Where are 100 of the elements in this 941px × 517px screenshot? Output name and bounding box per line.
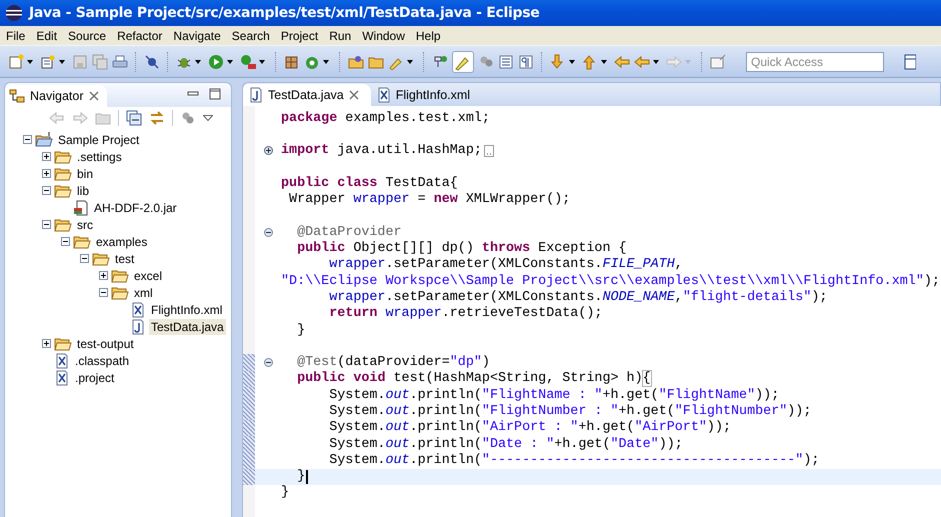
tree-item[interactable]: xml bbox=[132, 284, 155, 300]
collapse-fold-icon[interactable] bbox=[264, 228, 272, 237]
code-line: wrapper.setParameter(XMLConstants.FILE_PATH, bbox=[328, 257, 683, 272]
expand-toggle-icon[interactable] bbox=[99, 271, 108, 280]
dropdown-caret-icon[interactable] bbox=[601, 60, 607, 64]
code-line: System.out.println("Date : "+h.get("Date")); bbox=[328, 436, 683, 452]
new-file-icon[interactable] bbox=[8, 54, 24, 70]
close-icon[interactable] bbox=[348, 90, 359, 100]
code-line: @Test(dataProvider="dp") bbox=[296, 355, 490, 370]
dropdown-caret-icon[interactable] bbox=[407, 60, 413, 64]
highlighter-icon[interactable] bbox=[452, 50, 474, 72]
expand-toggle-icon[interactable] bbox=[42, 152, 51, 161]
collapse-fold-icon[interactable] bbox=[264, 358, 272, 368]
collapse-toggle-icon[interactable] bbox=[99, 288, 108, 297]
print-icon[interactable] bbox=[112, 54, 128, 70]
view-menu-icon[interactable] bbox=[203, 115, 213, 121]
code-line: public class TestData{ bbox=[281, 176, 458, 191]
menu-item[interactable]: File bbox=[0, 28, 30, 42]
code-line: System.out.println("FlightName : "+h.get("FlightName")); bbox=[328, 388, 780, 403]
folder-icon bbox=[54, 336, 72, 352]
window-pin-icon[interactable] bbox=[710, 54, 726, 70]
menu-item[interactable]: Help bbox=[410, 28, 446, 42]
navigator-tab[interactable]: Navigator bbox=[5, 85, 106, 107]
folder-icon bbox=[111, 268, 129, 284]
run-icon[interactable] bbox=[208, 54, 224, 70]
new-package-icon[interactable] bbox=[284, 54, 300, 70]
folder-icon bbox=[111, 284, 129, 300]
tree-item[interactable]: examples bbox=[94, 234, 150, 250]
code-line: "D:\\Eclipse Workspce\\Sample Project\\src\\examples\\test\\xml\\FlightInfo.xml"); bbox=[281, 274, 940, 289]
tree-item[interactable]: src bbox=[75, 216, 95, 232]
tree-item[interactable]: .settings bbox=[75, 148, 124, 164]
navigator-icon bbox=[9, 89, 25, 103]
code-line: wrapper.setParameter(XMLConstants.NODE_NAME,"flight-details"); bbox=[328, 290, 828, 305]
collapse-toggle-icon[interactable] bbox=[61, 237, 70, 246]
editor-tab[interactable]: TestData.java bbox=[243, 84, 371, 106]
external-tools-icon[interactable] bbox=[240, 54, 256, 70]
editor-tab[interactable]: FlightInfo.xml bbox=[370, 84, 478, 106]
menu-item[interactable]: Edit bbox=[30, 28, 62, 42]
folder-icon bbox=[73, 234, 91, 250]
perspective-icon[interactable] bbox=[904, 54, 916, 70]
tree-item[interactable]: .classpath bbox=[73, 352, 132, 368]
xml-file-icon bbox=[54, 370, 70, 386]
collapse-toggle-icon[interactable] bbox=[23, 135, 32, 144]
collapse-all-icon[interactable] bbox=[126, 110, 142, 126]
xml-file-icon bbox=[376, 87, 391, 103]
dropdown-caret-icon[interactable] bbox=[569, 60, 575, 64]
collapse-toggle-icon[interactable] bbox=[80, 254, 89, 263]
list-icon[interactable] bbox=[498, 54, 514, 70]
skip-breakpoints-icon[interactable] bbox=[144, 54, 160, 70]
window-title: Java - Sample Project/src/examples/test/xml/TestData.java - Eclipse bbox=[29, 5, 540, 21]
collapse-toggle-icon[interactable] bbox=[42, 186, 51, 195]
quick-access-field[interactable]: Quick Access bbox=[746, 52, 884, 72]
tree-item[interactable]: TestData.java bbox=[149, 318, 226, 334]
menu-item[interactable]: Run bbox=[323, 28, 356, 42]
filter-icon[interactable] bbox=[180, 110, 196, 126]
dropdown-caret-icon[interactable] bbox=[195, 60, 201, 64]
tree-item[interactable]: AH-DDF-2.0.jar bbox=[92, 200, 179, 216]
expand-fold-icon[interactable] bbox=[264, 146, 272, 156]
pilcrow-icon[interactable] bbox=[518, 54, 534, 70]
tree-item[interactable]: lib bbox=[75, 182, 92, 198]
hierarchy-icon[interactable] bbox=[432, 54, 448, 70]
dropdown-caret-icon[interactable] bbox=[653, 60, 659, 64]
code-line: import java.util.HashMap; bbox=[281, 143, 482, 158]
last-edit-icon[interactable] bbox=[614, 54, 630, 70]
maximize-icon[interactable] bbox=[209, 88, 221, 100]
folder-icon bbox=[54, 216, 72, 232]
close-icon[interactable] bbox=[88, 91, 98, 101]
dropdown-caret-icon[interactable] bbox=[27, 60, 33, 64]
code-line: } bbox=[296, 469, 306, 484]
dropdown-caret-icon[interactable] bbox=[59, 60, 65, 64]
tree-item[interactable]: Sample Project bbox=[56, 132, 142, 148]
tree-item[interactable]: bin bbox=[75, 166, 96, 182]
dropdown-caret-icon[interactable] bbox=[323, 60, 329, 64]
expand-toggle-icon[interactable] bbox=[42, 169, 51, 178]
dropdown-caret-icon[interactable] bbox=[259, 60, 265, 64]
tree-item[interactable]: FlightInfo.xml bbox=[149, 302, 224, 318]
expand-toggle-icon[interactable] bbox=[42, 339, 51, 348]
code-line: @DataProvider bbox=[296, 224, 402, 240]
menu-item[interactable]: Search bbox=[226, 28, 275, 42]
link-editor-icon[interactable] bbox=[149, 110, 165, 126]
java-file-icon bbox=[249, 87, 263, 103]
tree-item[interactable]: test bbox=[113, 250, 136, 266]
folder-icon bbox=[54, 166, 72, 182]
new-class-icon[interactable] bbox=[40, 54, 56, 70]
open-type-icon[interactable] bbox=[348, 54, 364, 70]
tree-item[interactable]: excel bbox=[132, 268, 164, 284]
code-line: package examples.test.xml; bbox=[281, 110, 490, 126]
code-line: return wrapper.retrieveTestData(); bbox=[328, 306, 602, 322]
tree-item[interactable]: .project bbox=[73, 370, 116, 386]
menu-item[interactable]: Project bbox=[274, 28, 324, 42]
menu-item[interactable]: Source bbox=[62, 28, 112, 42]
dropdown-caret-icon[interactable] bbox=[227, 60, 233, 64]
collapse-toggle-icon[interactable] bbox=[42, 220, 51, 229]
folded-code-icon[interactable] bbox=[484, 144, 494, 157]
project-folder-icon bbox=[35, 132, 53, 148]
tree-item[interactable]: test-output bbox=[75, 336, 136, 352]
folder-icon bbox=[54, 182, 72, 198]
menu-item[interactable]: Navigate bbox=[167, 28, 226, 42]
menu-item[interactable]: Refactor bbox=[111, 28, 168, 42]
menu-item[interactable]: Window bbox=[356, 28, 410, 42]
